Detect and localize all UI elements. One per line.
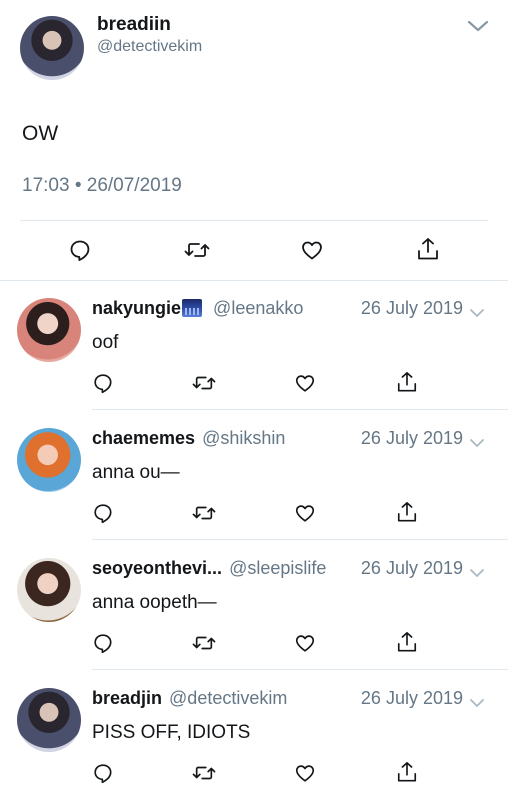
divider (92, 539, 508, 540)
chevron-down-icon[interactable] (469, 695, 485, 707)
retweet-icon[interactable] (192, 372, 216, 394)
divider (20, 220, 488, 221)
like-icon[interactable] (294, 762, 316, 784)
reply-tweet[interactable]: breadjin @detectivekim 26 July 2019 PISS… (0, 672, 508, 802)
author-handle[interactable]: @shikshin (202, 428, 285, 448)
avatar[interactable] (17, 688, 81, 752)
reply-icon[interactable] (92, 372, 114, 394)
reply-date[interactable]: 26 July 2019 (361, 428, 463, 449)
avatar[interactable] (17, 298, 81, 362)
reply-text: PISS OFF, IDIOTS (92, 722, 251, 743)
share-icon[interactable] (396, 630, 418, 654)
tweet-timestamp[interactable]: 17:03 • 26/07/2019 (22, 175, 182, 197)
share-icon[interactable] (416, 236, 440, 262)
retweet-icon[interactable] (184, 238, 210, 262)
divider (92, 409, 508, 410)
chevron-down-icon[interactable] (469, 435, 485, 447)
retweet-icon[interactable] (192, 762, 216, 784)
chevron-down-icon[interactable] (466, 18, 490, 34)
reply-date[interactable]: 26 July 2019 (361, 558, 463, 579)
like-icon[interactable] (300, 238, 324, 262)
reply-text: oof (92, 332, 119, 353)
share-icon[interactable] (396, 760, 418, 784)
chevron-down-icon[interactable] (469, 305, 485, 317)
reply-header: seoyeonthevi... @sleepislife (92, 558, 326, 579)
author-display-name[interactable]: chaememes (92, 428, 195, 448)
reply-date[interactable]: 26 July 2019 (361, 688, 463, 709)
author-display-name[interactable]: breadjin (92, 688, 162, 708)
reply-header: breadjin @detectivekim (92, 688, 287, 709)
reply-header: nakyungie @leenakko (92, 298, 303, 319)
reply-tweet[interactable]: chaememes @shikshin 26 July 2019 anna ou… (0, 412, 508, 542)
divider (92, 669, 508, 670)
divider (0, 280, 508, 281)
author-display-name[interactable]: seoyeonthevi... (92, 558, 222, 578)
reply-date[interactable]: 26 July 2019 (361, 298, 463, 319)
reply-tweet[interactable]: nakyungie @leenakko 26 July 2019 oof (0, 282, 508, 412)
reply-icon[interactable] (68, 238, 92, 262)
avatar[interactable] (17, 558, 81, 622)
reply-icon[interactable] (92, 502, 114, 524)
reply-header: chaememes @shikshin (92, 428, 285, 449)
like-icon[interactable] (294, 372, 316, 394)
avatar[interactable] (17, 428, 81, 492)
like-icon[interactable] (294, 502, 316, 524)
chevron-down-icon[interactable] (469, 565, 485, 577)
reply-icon[interactable] (92, 632, 114, 654)
author-handle[interactable]: @detectivekim (97, 38, 202, 56)
reply-icon[interactable] (92, 762, 114, 784)
author-display-name[interactable]: breadiin (97, 14, 171, 36)
retweet-icon[interactable] (192, 502, 216, 524)
like-icon[interactable] (294, 632, 316, 654)
retweet-icon[interactable] (192, 632, 216, 654)
share-icon[interactable] (396, 500, 418, 524)
reply-text: anna ou— (92, 462, 180, 483)
night-city-emoji (182, 299, 203, 317)
author-handle[interactable]: @leenakko (213, 298, 303, 318)
avatar[interactable] (20, 16, 84, 80)
author-handle[interactable]: @sleepislife (229, 558, 326, 578)
reply-text: anna oopeth— (92, 592, 217, 613)
share-icon[interactable] (396, 370, 418, 394)
reply-tweet[interactable]: seoyeonthevi... @sleepislife 26 July 201… (0, 542, 508, 672)
tweet-text: OW (22, 122, 59, 145)
author-handle[interactable]: @detectivekim (169, 688, 287, 708)
author-display-name[interactable]: nakyungie (92, 298, 181, 318)
